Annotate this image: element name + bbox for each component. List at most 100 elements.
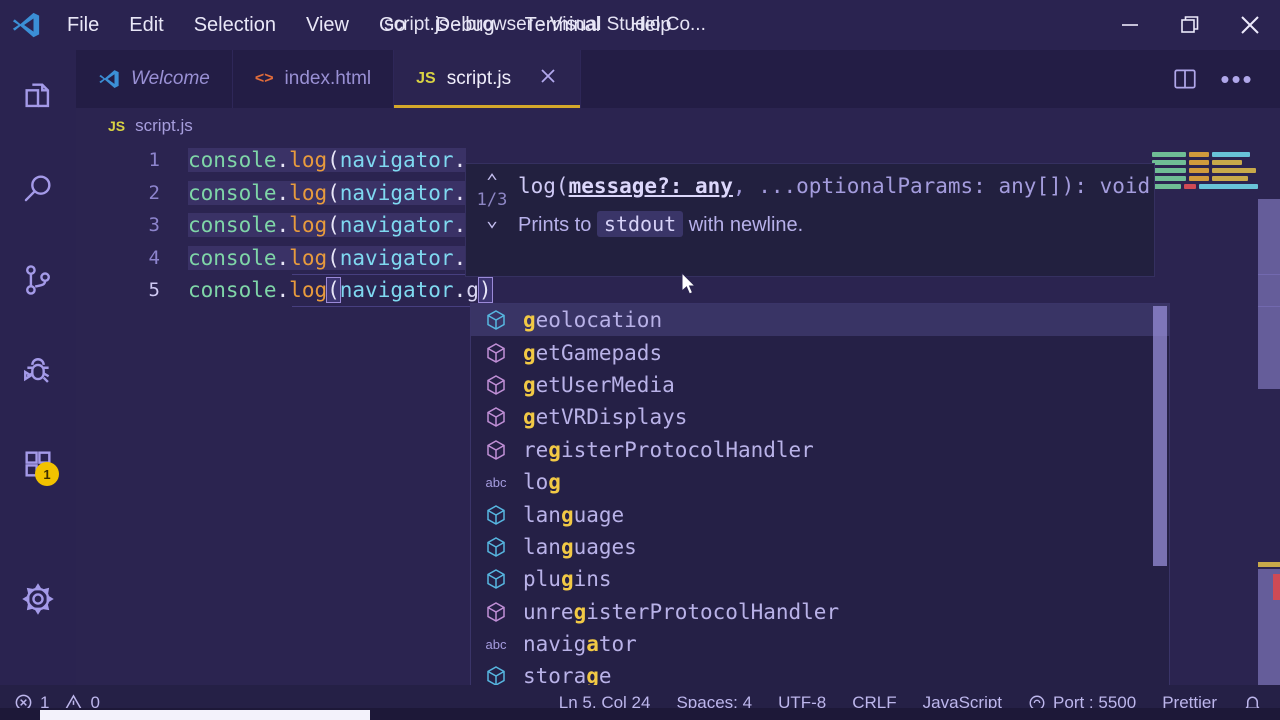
menu-item-edit[interactable]: Edit [114,10,178,41]
search-icon [21,171,55,205]
method-cube-icon [483,600,509,624]
suggestion-list[interactable]: geolocation getGamepads getUserMedia getVRD… [471,304,1169,693]
js-icon: JS [416,70,436,88]
minimap-row [1148,184,1258,190]
suggestion-item-geolocation[interactable]: geolocation [471,304,1169,336]
suggestion-label: navigator [523,632,637,656]
tab-label: script.js [447,68,511,90]
token-property: navigator [340,213,454,237]
split-editor-icon[interactable] [1164,58,1206,100]
menu-item-debug[interactable]: Debug [421,10,510,41]
debug-icon [21,355,55,389]
horizontal-scrollbar[interactable] [40,710,370,720]
line-number: 4 [76,242,184,275]
suggestion-item-getUserMedia[interactable]: getUserMedia [471,369,1169,401]
token-dot: . [277,181,290,205]
suggestion-item-languages[interactable]: languages [471,531,1169,563]
token-method: log [289,246,327,270]
sidebar-item-source-control[interactable] [0,234,76,326]
autocomplete-suggestions[interactable]: geolocation getGamepads getUserMedia getVRD… [470,303,1170,708]
close-button[interactable] [1220,0,1280,50]
menu-item-terminal[interactable]: Terminal [510,10,616,41]
tab-script-js[interactable]: JS script.js [394,50,581,108]
suggestion-item-registerProtocolHandler[interactable]: registerProtocolHandler [471,434,1169,466]
suggestion-item-unregisterProtocolHandler[interactable]: unregisterProtocolHandler [471,596,1169,628]
chevron-down-icon[interactable]: ⌄ [486,212,498,226]
token-object: console [188,213,277,237]
sidebar-item-extensions[interactable]: 1 [0,418,76,510]
tab-bar: Welcome <> index.html JS script.js [76,50,1280,108]
maximize-button[interactable] [1160,0,1220,50]
breadcrumb-path[interactable]: script.js [135,116,193,136]
vscode-window: File Edit Selection View Go Debug Termin… [0,0,1280,720]
suggestion-item-getGamepads[interactable]: getGamepads [471,336,1169,368]
field-cube-icon [483,535,509,559]
files-icon [21,79,55,113]
line-number-gutter: 1 2 3 4 5 [76,144,184,685]
suggestion-item-log[interactable]: abclog [471,466,1169,498]
chevron-up-icon[interactable]: ⌃ [486,174,498,188]
menu-bar: File Edit Selection View Go Debug Termin… [52,10,686,41]
token-paren: ( [327,148,340,172]
token-property: navigator [340,148,454,172]
doc-before: Prints to [518,214,591,236]
breadcrumb: JS script.js [76,108,1280,144]
vscode-logo-icon [98,68,120,90]
token-object: console [188,148,277,172]
suggestion-item-language[interactable]: language [471,498,1169,530]
menu-item-help[interactable]: Help [615,10,686,41]
activity-bar: 1 [0,50,76,685]
minimap-row [1148,176,1258,182]
token-paren: ( [327,213,340,237]
token-property: navigator [340,278,454,302]
suggestion-label: plugins [523,567,612,591]
signature-active-param: message?: any [569,174,733,198]
code-line-5[interactable]: console.log(navigator.g) [184,274,1280,307]
token-object: console [188,246,277,270]
method-cube-icon [483,373,509,397]
sidebar-item-debug[interactable] [0,326,76,418]
menu-item-selection[interactable]: Selection [179,10,291,41]
window-controls [1100,0,1280,50]
sidebar-item-settings[interactable] [0,553,76,645]
signature-rest: , ...optionalParams: any[]): void [733,174,1150,198]
method-cube-icon [483,405,509,429]
suggestion-label: getUserMedia [523,373,675,397]
suggestion-item-getVRDisplays[interactable]: getVRDisplays [471,401,1169,433]
menu-item-go[interactable]: Go [364,10,421,41]
token-paren: ( [327,181,340,205]
token-dot: . [277,246,290,270]
token-method: log [289,278,327,302]
signature-text: log(message?: any, ...optionalParams: an… [518,174,1154,198]
editor-scrollbar[interactable] [1258,144,1280,685]
token-bracket-match: ) [479,278,492,302]
tab-welcome[interactable]: Welcome [76,50,233,108]
suggestion-item-navigator[interactable]: abcnavigator [471,628,1169,660]
scrollbar-marker [1258,562,1280,567]
signature-help-tooltip: ⌃ 1/3 ⌄ log(message?: any, ...optionalPa… [465,163,1155,277]
line-number: 1 [76,144,184,177]
suggestion-label: unregisterProtocolHandler [523,600,839,624]
suggestion-label: language [523,503,624,527]
minimize-button[interactable] [1100,0,1160,50]
minimap-row [1148,152,1258,158]
suggestion-scrollbar[interactable] [1153,306,1167,566]
token-property: navigator [340,246,454,270]
suggestion-item-plugins[interactable]: plugins [471,563,1169,595]
menu-item-file[interactable]: File [52,10,114,41]
method-cube-icon [483,438,509,462]
scrollbar-thumb[interactable] [1258,199,1280,389]
field-cube-icon [483,503,509,527]
minimap-row [1148,160,1258,166]
signature-doc: Prints to stdout with newline. [518,212,1154,237]
tab-close-icon[interactable] [538,66,558,92]
sidebar-item-explorer[interactable] [0,50,76,142]
suggestion-label: getGamepads [523,341,662,365]
line-number-current: 5 [76,274,184,307]
tab-index-html[interactable]: <> index.html [233,50,394,108]
sidebar-item-search[interactable] [0,142,76,234]
vscode-logo-icon [0,0,52,50]
menu-item-view[interactable]: View [291,10,364,41]
more-actions-icon[interactable]: ••• [1216,58,1258,100]
suggestion-label: getVRDisplays [523,405,687,429]
